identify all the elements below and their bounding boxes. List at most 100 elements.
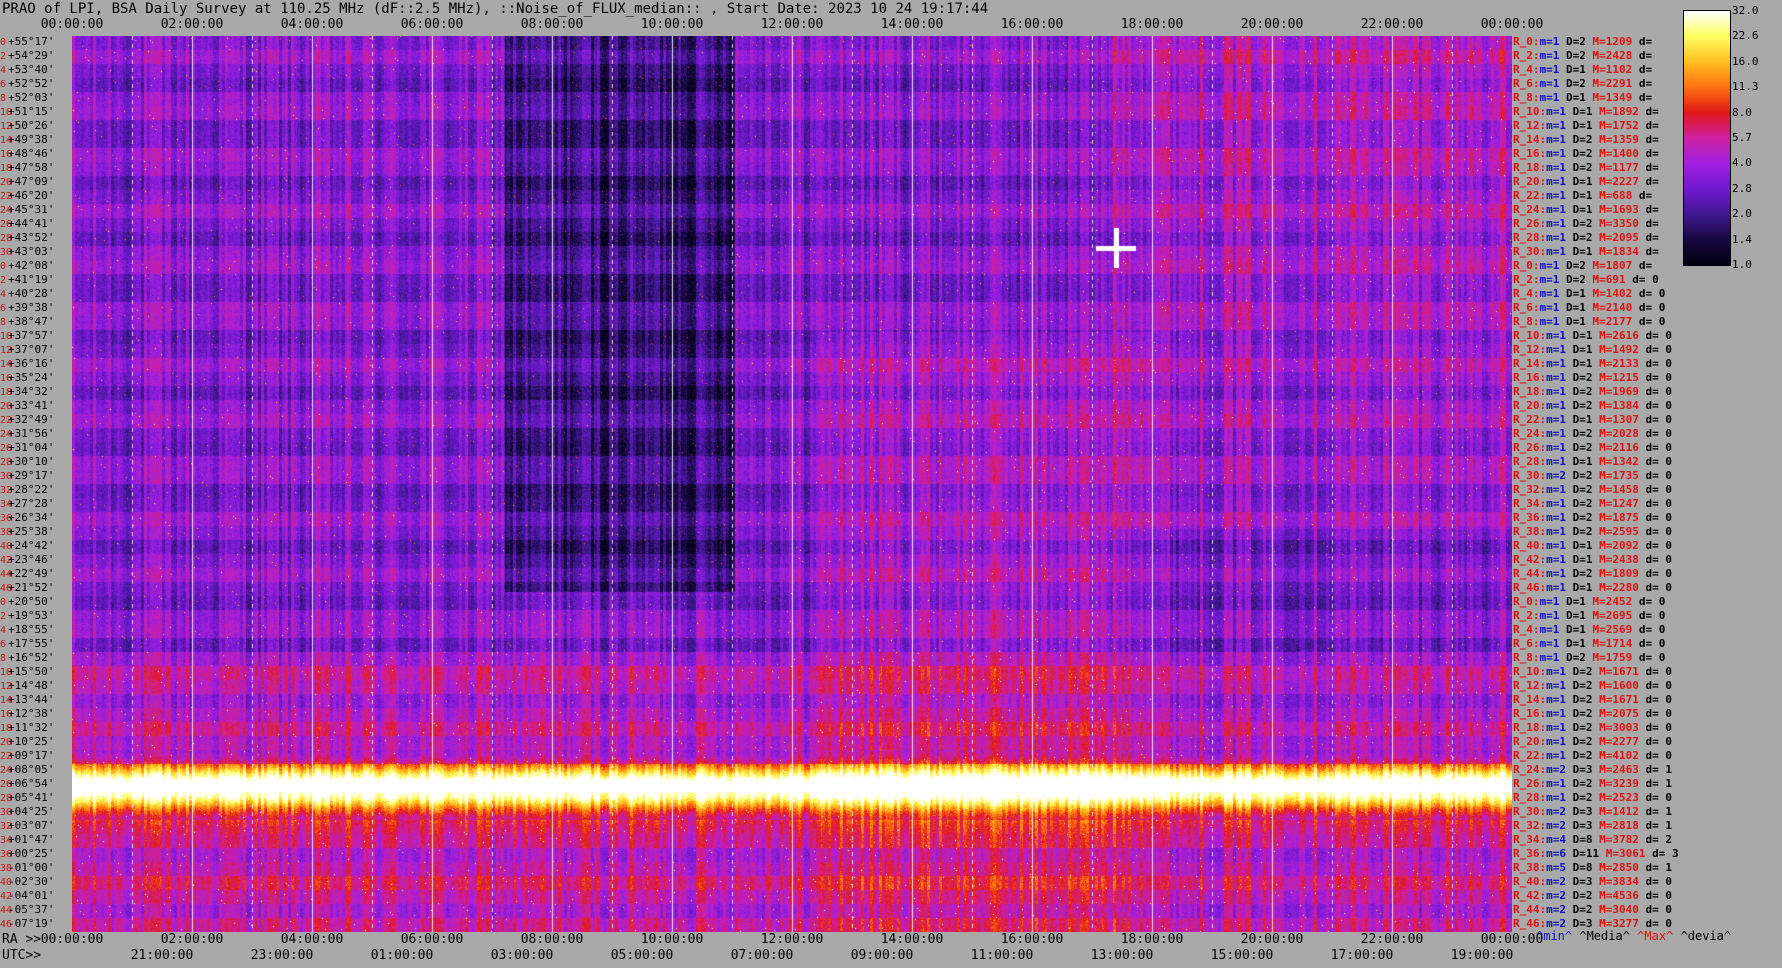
row-stats: R_26:m=1 D=2 M=3350 d= bbox=[1513, 218, 1659, 230]
row-stats-min: m=1 bbox=[1546, 721, 1566, 734]
utc-tick-label: 09:00:00 bbox=[850, 948, 914, 963]
row-stats-max: M=2438 bbox=[1592, 553, 1639, 566]
row-stats-median: D=2 bbox=[1559, 273, 1586, 286]
utc-tick-label: 21:00:00 bbox=[130, 948, 194, 963]
row-stats-devia: d= bbox=[1638, 203, 1659, 216]
row-stats: R_28:m=1 D=2 M=2523 d= 0 bbox=[1513, 792, 1672, 804]
dec-row-label: 10+37°57' bbox=[0, 330, 72, 343]
dec-row-label: 2 +19°53' bbox=[0, 610, 72, 623]
row-stats: R_8:m=1 D=1 M=2177 d= 0 bbox=[1513, 316, 1665, 328]
row-stats-beam: R_38: bbox=[1513, 861, 1547, 874]
row-stats-max: M=3003 bbox=[1592, 721, 1639, 734]
row-stats-median: D=3 bbox=[1566, 819, 1593, 832]
row-stats-min: m=1 bbox=[1539, 91, 1560, 104]
utc-tick-label: 07:00:00 bbox=[730, 948, 794, 963]
row-stats: R_0:m=1 D=2 M=1209 d= bbox=[1513, 36, 1652, 48]
row-stats-devia: d= bbox=[1638, 245, 1659, 258]
row-stats-max: M=1759 bbox=[1585, 651, 1633, 664]
row-stats: R_2:m=1 D=2 M=691 d= 0 bbox=[1513, 274, 1659, 286]
row-stats-median: D=2 bbox=[1566, 511, 1593, 524]
row-stats: R_0:m=1 D=2 M=1807 d= bbox=[1513, 260, 1652, 272]
ra-tick-label: 16:00:00 bbox=[1000, 932, 1064, 947]
dec-row-label: 0 +55°17' bbox=[0, 36, 72, 49]
row-stats-devia: d= bbox=[1632, 49, 1653, 62]
row-stats-min: m=1 bbox=[1539, 63, 1560, 76]
dec-row-label: 6 +39°38' bbox=[0, 302, 72, 315]
dec-value: +17°55' bbox=[8, 637, 55, 650]
dec-row-label: 28+05°41' bbox=[0, 792, 72, 805]
row-stats-beam: R_20: bbox=[1513, 399, 1547, 412]
dec-row-index: 32 bbox=[0, 821, 13, 832]
row-stats-median: D=2 bbox=[1559, 651, 1586, 664]
row-stats-max: M=1359 bbox=[1592, 133, 1639, 146]
row-stats-beam: R_14: bbox=[1513, 357, 1547, 370]
row-stats-devia: d= bbox=[1638, 175, 1659, 188]
row-stats-min: m=1 bbox=[1546, 161, 1566, 174]
dec-value: +27°28' bbox=[8, 497, 55, 510]
dec-value: +24°42' bbox=[8, 539, 55, 552]
row-stats-min: m=1 bbox=[1546, 525, 1566, 538]
row-stats-median: D=2 bbox=[1566, 469, 1593, 482]
row-stats-max: M=1875 bbox=[1592, 511, 1639, 524]
row-stats-devia: d= bbox=[1638, 217, 1659, 230]
row-stats-devia: d= 0 bbox=[1638, 721, 1672, 734]
row-stats-min: m=1 bbox=[1546, 329, 1566, 342]
utc-tick-label: 15:00:00 bbox=[1210, 948, 1274, 963]
dec-value: +37°07' bbox=[8, 343, 55, 356]
row-stats: R_0:m=1 D=1 M=2452 d= 0 bbox=[1513, 596, 1665, 608]
row-stats-max: M=1209 bbox=[1585, 35, 1633, 48]
row-stats: R_14:m=1 D=2 M=1359 d= bbox=[1513, 134, 1659, 146]
row-stats-beam: R_28: bbox=[1513, 455, 1547, 468]
dec-row-label: 38-01°00' bbox=[0, 862, 72, 875]
colorbar-tick-label: 16.0 bbox=[1732, 54, 1759, 68]
row-stats-devia: d= 0 bbox=[1638, 665, 1672, 678]
dec-value: +12°38' bbox=[8, 707, 55, 720]
colorbar-tick-label: 22.6 bbox=[1732, 29, 1759, 43]
dec-row-index: 36 bbox=[0, 849, 13, 860]
row-stats-min: m=1 bbox=[1546, 119, 1566, 132]
dec-value: +08°05' bbox=[8, 763, 55, 776]
dec-value: +32°49' bbox=[8, 413, 55, 426]
dec-row-label: 16+35°24' bbox=[0, 372, 72, 385]
row-stats-beam: R_12: bbox=[1513, 679, 1547, 692]
row-stats: R_4:m=1 D=1 M=1402 d= 0 bbox=[1513, 288, 1665, 300]
dec-row-index: 38 bbox=[0, 863, 13, 874]
row-stats-devia: d= bbox=[1632, 91, 1653, 104]
row-stats-min: m=1 bbox=[1546, 245, 1566, 258]
dec-row-label: 40+24°42' bbox=[0, 540, 72, 553]
row-stats-min: m=1 bbox=[1546, 707, 1566, 720]
row-stats-devia: d= 1 bbox=[1638, 805, 1672, 818]
row-stats-min: m=1 bbox=[1539, 609, 1560, 622]
dec-row-label: 8 +16°52' bbox=[0, 652, 72, 665]
dec-row-label: 12+14°48' bbox=[0, 680, 72, 693]
top-time-axis: 00:00:00 02:00:00 04:00:00 06:00:00 08:00:00… bbox=[0, 18, 1782, 36]
row-stats: R_8:m=1 D=1 M=1349 d= bbox=[1513, 92, 1652, 104]
row-stats-median: D=2 bbox=[1566, 231, 1593, 244]
row-stats-beam: R_26: bbox=[1513, 217, 1547, 230]
row-stats: R_24:m=2 D=3 M=2463 d= 1 bbox=[1513, 764, 1672, 776]
row-stats-max: M=1600 bbox=[1592, 679, 1639, 692]
row-stats-median: D=1 bbox=[1566, 413, 1593, 426]
dec-row-index: 12 bbox=[0, 345, 13, 356]
row-stats-median: D=1 bbox=[1566, 329, 1593, 342]
row-stats-median: D=2 bbox=[1566, 749, 1593, 762]
row-stats-median: D=2 bbox=[1566, 903, 1593, 916]
row-stats: R_6:m=1 D=1 M=2140 d= 0 bbox=[1513, 302, 1665, 314]
dec-value: +05°41' bbox=[8, 791, 55, 804]
row-stats-beam: R_14: bbox=[1513, 133, 1547, 146]
dec-value: +49°38' bbox=[8, 133, 55, 146]
row-stats: R_10:m=1 D=1 M=1892 d= bbox=[1513, 106, 1659, 118]
dec-row-index: 20 bbox=[0, 737, 13, 748]
dec-row-label: 22+46°20' bbox=[0, 190, 72, 203]
ra-tick-label: 18:00:00 bbox=[1120, 932, 1184, 947]
row-stats-max: M=2277 bbox=[1592, 735, 1639, 748]
row-stats: R_16:m=1 D=2 M=1215 d= 0 bbox=[1513, 372, 1672, 384]
row-stats-max: M=2291 bbox=[1585, 77, 1633, 90]
row-stats-min: m=1 bbox=[1546, 567, 1566, 580]
row-stats-max: M=3239 bbox=[1592, 777, 1639, 790]
dec-row-index: 28 bbox=[0, 233, 13, 244]
top-tick-label: 20:00:00 bbox=[1240, 17, 1304, 32]
dec-row-index: 6 bbox=[0, 79, 7, 90]
row-stats-devia: d= 0 bbox=[1638, 581, 1672, 594]
dec-row-index: 38 bbox=[0, 527, 13, 538]
